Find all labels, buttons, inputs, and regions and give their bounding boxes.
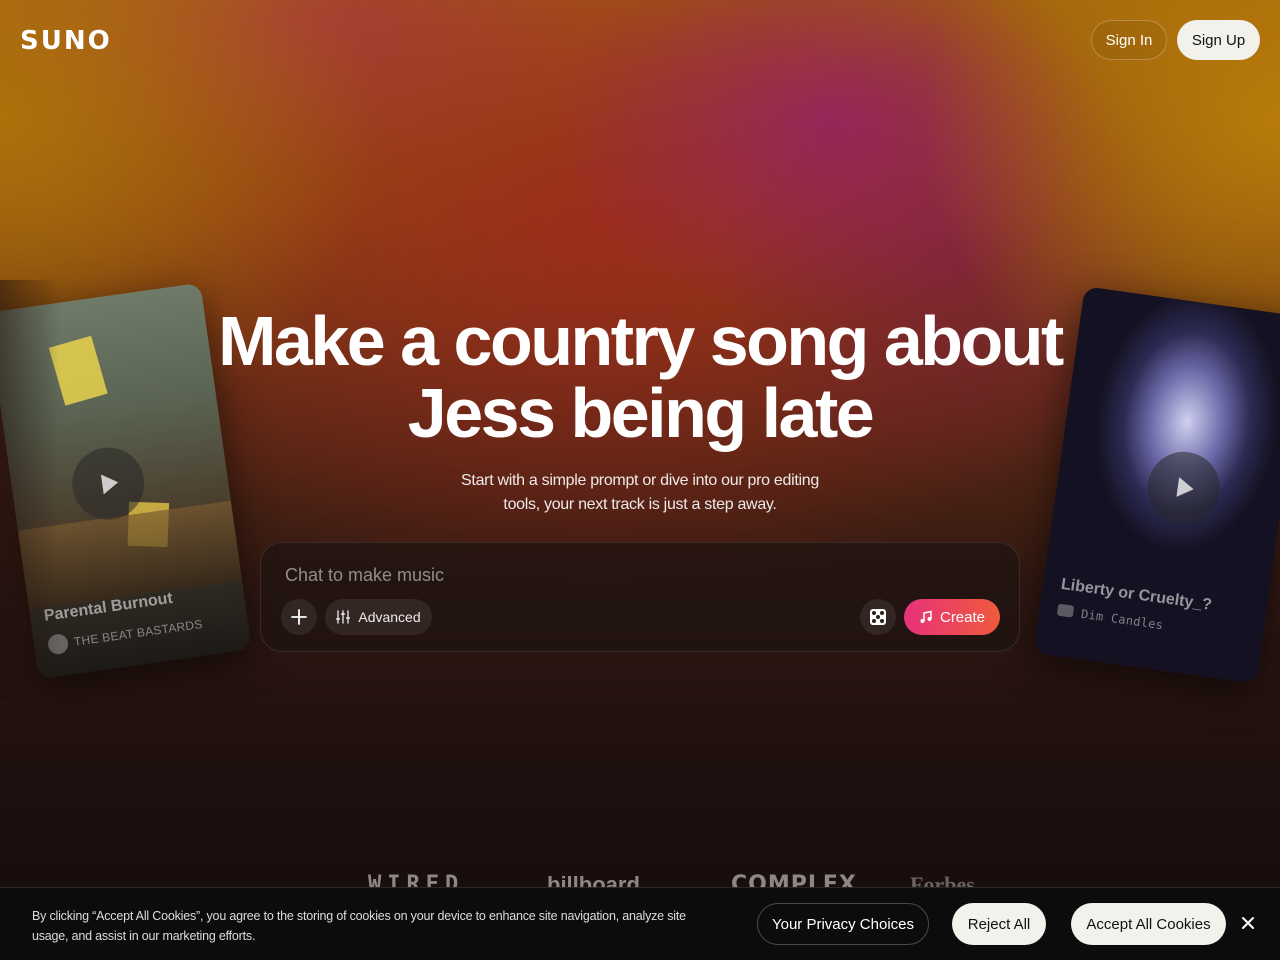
- reject-all-button[interactable]: Reject All: [952, 903, 1046, 945]
- create-label: Create: [939, 608, 986, 626]
- cookie-banner: By clicking “Accept All Cookies”, you ag…: [0, 887, 1280, 960]
- accept-all-cookies-button[interactable]: Accept All Cookies: [1071, 903, 1226, 945]
- cookie-text-line: usage, and assist in our marketing effor…: [32, 929, 256, 943]
- suno-logo[interactable]: SUNO: [20, 26, 112, 56]
- add-button[interactable]: [281, 599, 317, 635]
- song-artist: Dim Candles: [1080, 606, 1165, 633]
- cookie-text-line: By clicking “Accept All Cookies”, you ag…: [32, 909, 686, 923]
- cookie-consent-text: By clicking “Accept All Cookies”, you ag…: [32, 906, 722, 946]
- advanced-button[interactable]: Advanced: [325, 599, 432, 635]
- close-banner-button[interactable]: [1238, 913, 1258, 933]
- privacy-choices-button[interactable]: Your Privacy Choices: [757, 903, 929, 945]
- plus-icon: [291, 609, 307, 625]
- advanced-label: Advanced: [358, 609, 421, 625]
- hero-subtitle: Start with a simple prompt or dive into …: [440, 469, 840, 517]
- chat-input[interactable]: [285, 563, 885, 587]
- play-icon: [1176, 477, 1196, 500]
- sliders-icon: [336, 610, 351, 624]
- hero-subtitle-line: tools, your next track is just a step aw…: [503, 496, 777, 513]
- hero-title-line: Make a country song about: [218, 302, 1064, 380]
- song-artist: THE BEAT BASTARDS: [72, 616, 204, 649]
- music-note-icon: [920, 610, 932, 623]
- sign-up-button[interactable]: Sign Up: [1177, 20, 1260, 60]
- hero-subtitle-line: Start with a simple prompt or dive into …: [461, 472, 819, 489]
- play-button[interactable]: [1143, 447, 1225, 529]
- play-icon: [100, 472, 120, 495]
- sign-in-button[interactable]: Sign In: [1091, 20, 1167, 60]
- cloud-icon: [1056, 603, 1075, 618]
- hero-title-line: Jess being late: [407, 374, 875, 452]
- create-button[interactable]: Create: [904, 599, 1000, 635]
- chat-box: Advanced Create: [260, 542, 1020, 652]
- hero-title: Make a country song about Jess being lat…: [0, 305, 1280, 449]
- random-prompt-button[interactable]: [860, 599, 896, 635]
- dice-icon: [870, 609, 886, 625]
- close-icon: [1242, 917, 1254, 929]
